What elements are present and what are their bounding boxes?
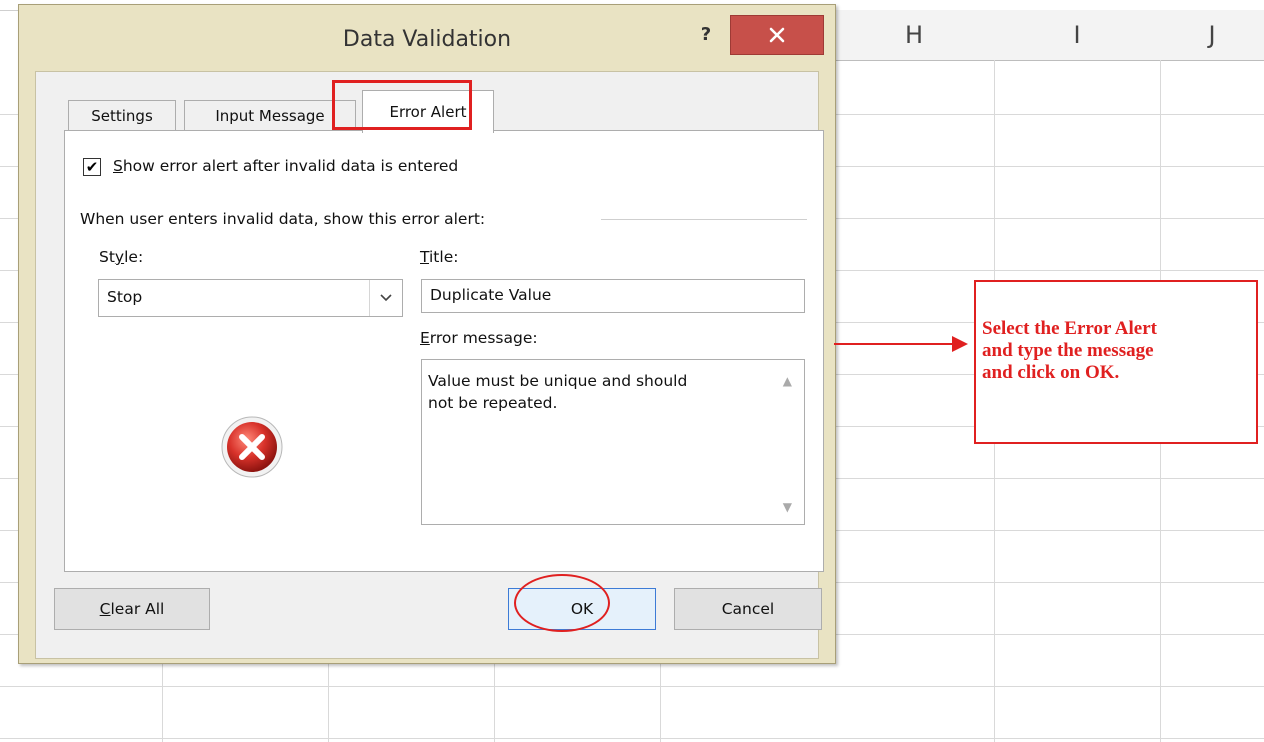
column-header-j[interactable]: J: [1160, 10, 1264, 61]
style-label: Style:: [99, 248, 144, 266]
style-dropdown[interactable]: Stop: [98, 279, 403, 317]
title-input[interactable]: Duplicate Value: [421, 279, 805, 313]
help-icon: ?: [700, 23, 712, 45]
stop-error-icon: [221, 416, 283, 478]
clear-all-button[interactable]: Clear All: [54, 588, 210, 630]
annotation-arrow-line: [834, 343, 954, 345]
column-header-h[interactable]: H: [834, 10, 995, 61]
show-error-alert-label[interactable]: Show error alert after invalid data is e…: [113, 157, 458, 175]
cancel-button[interactable]: Cancel: [674, 588, 822, 630]
error-alert-group-label: When user enters invalid data, show this…: [80, 210, 486, 228]
ok-button-highlight-circle: [514, 574, 610, 632]
error-message-textarea[interactable]: Value must be unique and should not be r…: [421, 359, 805, 525]
dialog-body: Settings Input Message Error Alert ✔ Sho…: [35, 71, 824, 659]
style-selected-value: Stop: [107, 288, 143, 306]
column-header-j-label: J: [1208, 21, 1216, 49]
close-button[interactable]: [730, 15, 824, 55]
error-alert-tab-highlight: [332, 80, 472, 130]
scroll-down-icon[interactable]: ▼: [783, 500, 792, 514]
column-header-h-label: H: [904, 21, 924, 49]
grid-row-line: [0, 686, 1264, 687]
show-error-alert-checkbox[interactable]: ✔: [83, 158, 101, 176]
annotation-note-text: Select the Error Alert and type the mess…: [982, 318, 1157, 383]
column-header-i[interactable]: I: [994, 10, 1161, 61]
tab-settings[interactable]: Settings: [68, 100, 176, 131]
scroll-up-icon[interactable]: ▲: [783, 374, 792, 388]
group-divider: [601, 219, 807, 220]
arrow-right-icon: [952, 336, 968, 352]
column-header-i-label: I: [1073, 21, 1081, 49]
checkmark-icon: ✔: [85, 157, 99, 176]
error-message-text: Value must be unique and should not be r…: [428, 372, 688, 412]
tab-input-message[interactable]: Input Message: [184, 100, 356, 131]
grid-row-line: [0, 738, 1264, 739]
help-button[interactable]: ?: [693, 19, 719, 49]
tab-input-message-label: Input Message: [215, 107, 325, 125]
chevron-down-icon[interactable]: [369, 280, 402, 316]
annotation-note-box: Select the Error Alert and type the mess…: [974, 280, 1258, 444]
title-label: Title:: [420, 248, 459, 266]
tab-settings-label: Settings: [91, 107, 153, 125]
close-icon: [769, 27, 785, 43]
error-message-label: Error message:: [420, 329, 538, 347]
error-alert-panel: ✔ Show error alert after invalid data is…: [64, 130, 824, 572]
